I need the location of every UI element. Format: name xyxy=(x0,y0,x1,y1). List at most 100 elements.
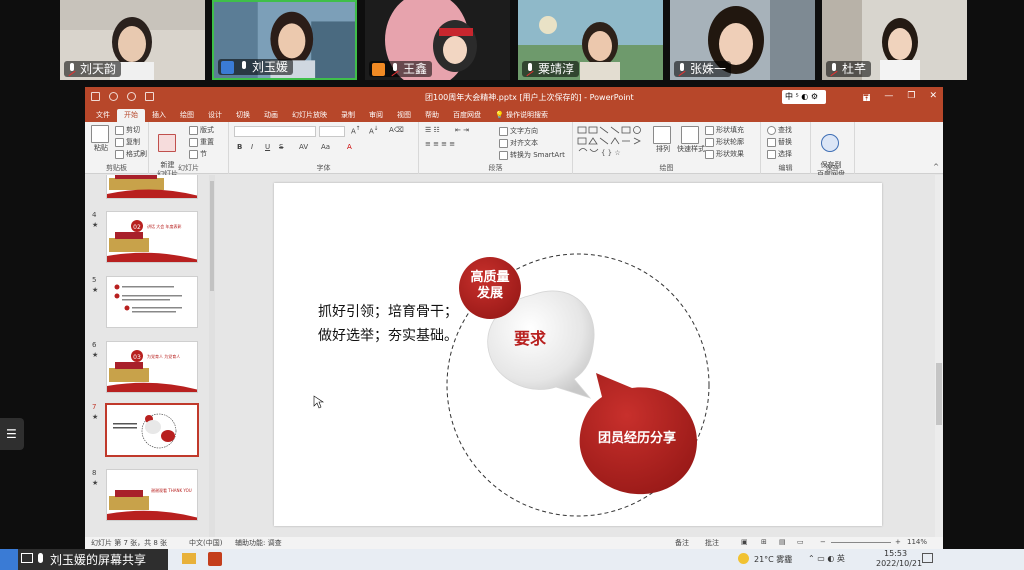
tab-view[interactable]: 视图 xyxy=(390,109,418,122)
clock-time[interactable]: 15:53 xyxy=(884,549,907,558)
tab-transitions[interactable]: 切换 xyxy=(229,109,257,122)
powerpoint-taskbar-icon[interactable] xyxy=(208,552,222,566)
ime-indicator[interactable]: 中 ⁵ ◐ ⚙ xyxy=(782,90,826,104)
slide-thumbnail[interactable] xyxy=(85,175,215,203)
slide-thumbnail-selected[interactable]: 7 ★ xyxy=(85,403,215,459)
notification-icon[interactable] xyxy=(922,553,933,563)
change-case-icon[interactable]: Aa xyxy=(321,143,330,151)
paste-button[interactable]: 粘贴 xyxy=(91,125,111,153)
font-color-icon[interactable]: A xyxy=(347,143,352,151)
participant-tile[interactable]: 王鑫 xyxy=(365,0,510,80)
current-slide[interactable]: 抓好引领；培育骨干； 做好选举；夯实基础。 高质量发展 团员经历分享 要求 xyxy=(274,183,882,526)
format-painter-button[interactable]: 格式刷 xyxy=(115,149,147,159)
file-explorer-icon[interactable] xyxy=(182,553,196,564)
font-name-combo[interactable] xyxy=(234,126,316,137)
accessibility-status[interactable]: 辅助功能: 调查 xyxy=(235,538,282,548)
language-indicator[interactable]: 中文(中国) xyxy=(189,538,222,548)
tab-design[interactable]: 设计 xyxy=(201,109,229,122)
slide-thumbnail[interactable]: 8 ★ 谢谢观看 THANK YOU xyxy=(85,469,215,525)
zoom-level[interactable]: 114% xyxy=(907,538,927,546)
undo-icon[interactable] xyxy=(109,92,118,101)
slide-thumbnail[interactable]: 5 ★ xyxy=(85,276,215,332)
meeting-side-toggle[interactable]: ☰ xyxy=(0,418,24,450)
minimize-button[interactable]: — xyxy=(884,91,893,107)
tab-home[interactable]: 开始 xyxy=(117,109,145,122)
smartart-button[interactable]: 转换为 SmartArt xyxy=(499,150,565,160)
scroll-thumb[interactable] xyxy=(210,181,214,291)
red-top-bubble[interactable]: 高质量发展 xyxy=(459,257,521,319)
sorter-view-icon[interactable]: ⊞ xyxy=(761,538,767,546)
font-size-combo[interactable] xyxy=(319,126,345,137)
maximize-button[interactable]: ❐ xyxy=(907,91,915,107)
red-bottom-bubble[interactable]: 团员经历分享 xyxy=(579,373,697,495)
replace-button[interactable]: 替换 xyxy=(767,137,792,147)
scroll-thumb[interactable] xyxy=(936,363,942,425)
start-slideshow-icon[interactable] xyxy=(145,92,154,101)
align-icons[interactable]: ≡ ≡ ≡ ≡ xyxy=(425,140,455,148)
participant-tile[interactable]: 张姝一 xyxy=(670,0,815,80)
weather-text[interactable]: 21°C 雾霾 xyxy=(754,554,792,565)
clock-date[interactable]: 2022/10/21 xyxy=(876,559,922,568)
increase-font-icon[interactable]: A↑ xyxy=(351,126,361,135)
tray-icons[interactable]: ⌃ ▭ ◐ 英 xyxy=(808,553,845,564)
ribbon-display-options-button[interactable]: 🖬 xyxy=(863,91,871,107)
clear-formatting-icon[interactable]: A⌫ xyxy=(389,126,404,134)
underline-button[interactable]: U xyxy=(265,143,270,151)
slideshow-view-icon[interactable]: ▭ xyxy=(797,538,804,546)
zoom-out-icon[interactable]: − xyxy=(820,538,826,546)
participant-tile[interactable]: 粟靖淳 xyxy=(518,0,663,80)
slide-thumbnail[interactable]: 4 ★ 02 讲话 大会 年度表彰 xyxy=(85,211,215,267)
bold-button[interactable]: B xyxy=(237,143,242,151)
tab-review[interactable]: 审阅 xyxy=(362,109,390,122)
bullets-icon[interactable]: ☰ ☷ xyxy=(425,126,440,134)
slide-scrollbar[interactable] xyxy=(935,175,943,537)
find-button[interactable]: 查找 xyxy=(767,125,792,135)
comments-button[interactable]: 批注 xyxy=(705,538,719,548)
normal-view-icon[interactable]: ▣ xyxy=(741,538,748,546)
share-screen-icon[interactable] xyxy=(21,553,33,563)
indent-icon[interactable]: ⇤ ⇥ xyxy=(455,126,469,134)
text-direction-button[interactable]: 文字方向 xyxy=(499,126,538,136)
shapes-gallery[interactable]: { } ☆ xyxy=(577,126,649,160)
align-text-button[interactable]: 对齐文本 xyxy=(499,138,538,148)
slide-thumbnail[interactable]: 6 ★ 03 为党育人 为党育人 xyxy=(85,341,215,397)
tab-help[interactable]: 帮助 xyxy=(418,109,446,122)
tab-file[interactable]: 文件 xyxy=(89,109,117,122)
tab-record[interactable]: 录制 xyxy=(334,109,362,122)
save-icon[interactable] xyxy=(91,92,100,101)
tab-animations[interactable]: 动画 xyxy=(257,109,285,122)
zoom-in-icon[interactable]: + xyxy=(895,538,901,546)
tab-baidu-netdisk[interactable]: 百度网盘 xyxy=(446,109,488,122)
thumbnail-scrollbar[interactable] xyxy=(209,175,215,537)
section-button[interactable]: 节 xyxy=(189,149,207,159)
arrange-button[interactable]: 排列 xyxy=(653,126,673,154)
shape-outline-button[interactable]: 形状轮廓 xyxy=(705,137,744,147)
reset-button[interactable]: 重置 xyxy=(189,137,214,147)
copy-button[interactable]: 复制 xyxy=(115,137,140,147)
participant-tile-speaking[interactable]: 刘玉媛 xyxy=(212,0,357,80)
reading-view-icon[interactable]: ▤ xyxy=(779,538,786,546)
italic-button[interactable]: I xyxy=(251,143,253,151)
shape-effects-button[interactable]: 形状效果 xyxy=(705,149,744,159)
shape-fill-button[interactable]: 形状填充 xyxy=(705,125,744,135)
participant-tile[interactable]: 杜芊 xyxy=(822,0,967,80)
notes-button[interactable]: 备注 xyxy=(675,538,689,548)
decrease-font-icon[interactable]: A↓ xyxy=(369,126,379,135)
char-spacing-icon[interactable]: AV xyxy=(299,143,308,151)
tab-slideshow[interactable]: 幻灯片放映 xyxy=(285,109,334,122)
participant-tile[interactable]: 刘天韵 xyxy=(60,0,205,80)
zoom-slider[interactable] xyxy=(831,542,891,543)
redo-icon[interactable] xyxy=(127,92,136,101)
collapse-ribbon-icon[interactable]: ^ xyxy=(933,163,939,171)
cut-button[interactable]: 剪切 xyxy=(115,125,140,135)
quick-styles-button[interactable]: 快速样式 xyxy=(677,126,705,154)
strikethrough-button[interactable]: S xyxy=(279,143,283,151)
tab-insert[interactable]: 插入 xyxy=(145,109,173,122)
tab-draw[interactable]: 绘图 xyxy=(173,109,201,122)
thumbnail-preview xyxy=(106,175,198,199)
tell-me-search[interactable]: 💡 操作说明搜索 xyxy=(488,109,555,122)
select-button[interactable]: 选择 xyxy=(767,149,792,159)
mic-icon[interactable] xyxy=(38,553,43,563)
layout-button[interactable]: 版式 xyxy=(189,125,214,135)
close-button[interactable]: ✕ xyxy=(929,91,937,107)
